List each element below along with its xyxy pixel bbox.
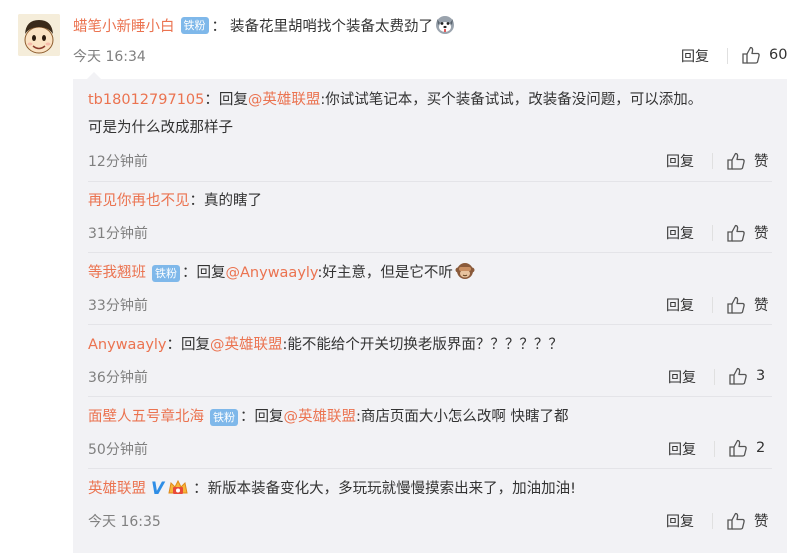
mention-link[interactable]: @英雄联盟 [248, 92, 321, 108]
reply-text: 面壁人五号章北海 铁粉 ：回复@英雄联盟:商店页面大小怎么改啊 快瞎了都 [88, 409, 569, 426]
reply-button[interactable]: 回复 [666, 223, 694, 243]
like-count: 3 [756, 368, 766, 384]
comment-time: 今天 16:34 [73, 49, 146, 65]
thumbs-up-icon [727, 224, 745, 242]
reply-time: 50分钟前 [88, 442, 148, 458]
reply-username[interactable]: 面壁人五号章北海 [88, 409, 204, 425]
thumbs-up-icon [729, 439, 747, 457]
reply-text: 等我翘班 铁粉 ：回复@Anywaayly:好主意，但是它不听 [88, 259, 768, 287]
like-label: 赞 [754, 514, 769, 530]
see-no-evil-monkey-icon [455, 261, 475, 281]
divider [712, 153, 713, 169]
like-button[interactable]: 赞 [726, 222, 769, 243]
reply-text: 再见你再也不见：真的瞎了 [88, 193, 262, 209]
fan-badge[interactable]: 铁粉 [180, 16, 209, 34]
avatar[interactable] [18, 14, 60, 56]
comment-username[interactable]: 蜡笔小新睡小白 [73, 15, 175, 36]
like-button[interactable]: 3 [728, 366, 765, 386]
like-label: 赞 [754, 226, 769, 242]
reply-username[interactable]: Anywaayly [88, 337, 167, 353]
thumbs-up-icon [727, 296, 745, 314]
mention-link[interactable]: @英雄联盟 [284, 409, 357, 425]
divider [712, 513, 713, 529]
reply-time: 33分钟前 [88, 298, 148, 314]
like-button[interactable]: 赞 [726, 510, 769, 531]
divider [88, 468, 772, 469]
reply-username[interactable]: tb18012797105 [88, 92, 204, 108]
mention-link[interactable]: @Anywaayly [226, 265, 318, 281]
like-label: 赞 [754, 154, 769, 170]
reply-button[interactable]: 回复 [666, 511, 694, 531]
reply-time: 今天 16:35 [88, 514, 161, 530]
doge-icon [435, 15, 455, 35]
like-label: 赞 [754, 298, 769, 314]
comment-text: 装备花里胡哨找个装备太费劲了 [230, 18, 433, 35]
reply-time: 31分钟前 [88, 226, 148, 242]
reply-time: 12分钟前 [88, 154, 148, 170]
divider [712, 225, 713, 241]
reply-text: tb18012797105：回复@英雄联盟:你试试笔记本，买个装备试试，改装备没… [88, 92, 703, 136]
like-button[interactable]: 赞 [726, 294, 769, 315]
divider [88, 181, 772, 182]
divider [88, 396, 772, 397]
like-button[interactable]: 2 [728, 438, 765, 458]
divider [727, 48, 728, 64]
thumbs-up-icon [727, 512, 745, 530]
reply-button[interactable]: 回复 [681, 46, 709, 66]
divider [714, 441, 715, 457]
reply-username[interactable]: 英雄联盟 [88, 481, 146, 497]
reply-button[interactable]: 回复 [666, 295, 694, 315]
thumbs-up-icon [742, 46, 760, 64]
mention-link[interactable]: @英雄联盟 [210, 337, 283, 353]
thumbs-up-icon [727, 152, 745, 170]
reply-text: 英雄联盟 V ：新版本装备变化大，多玩玩就慢慢摸索出来了，加油加油! [88, 475, 768, 503]
divider [88, 324, 772, 325]
thumbs-up-icon [729, 367, 747, 385]
reply-text: Anywaayly：回复@英雄联盟:能不能给个开关切换老版界面？？？？？？ [88, 337, 563, 353]
divider [712, 297, 713, 313]
fan-badge[interactable]: 铁粉 [210, 409, 238, 426]
reply-button[interactable]: 回复 [668, 367, 696, 387]
reply-username[interactable]: 等我翘班 [88, 265, 146, 281]
main-comment-line: 蜡笔小新睡小白 铁粉 ： 装备花里胡哨找个装备太费劲了 [73, 14, 455, 36]
verified-icon: V [151, 479, 165, 499]
reply-button[interactable]: 回复 [666, 151, 694, 171]
reply-time: 36分钟前 [88, 370, 148, 386]
like-button[interactable]: 赞 [726, 150, 769, 171]
fan-badge[interactable]: 铁粉 [152, 265, 180, 282]
reply-username[interactable]: 再见你再也不见 [88, 193, 190, 209]
divider [88, 252, 772, 253]
reply-button[interactable]: 回复 [668, 439, 696, 459]
comment-thread: 蜡笔小新睡小白 铁粉 ： 装备花里胡哨找个装备太费劲了 今天 16:34 回复 … [0, 0, 801, 553]
like-count: 60 [769, 47, 788, 63]
member-badge-icon [167, 478, 189, 496]
like-count: 2 [756, 440, 766, 456]
divider [714, 369, 715, 385]
like-button[interactable]: 60 [741, 45, 787, 65]
reply-list: tb18012797105：回复@英雄联盟:你试试笔记本，买个装备试试，改装备没… [73, 72, 787, 553]
